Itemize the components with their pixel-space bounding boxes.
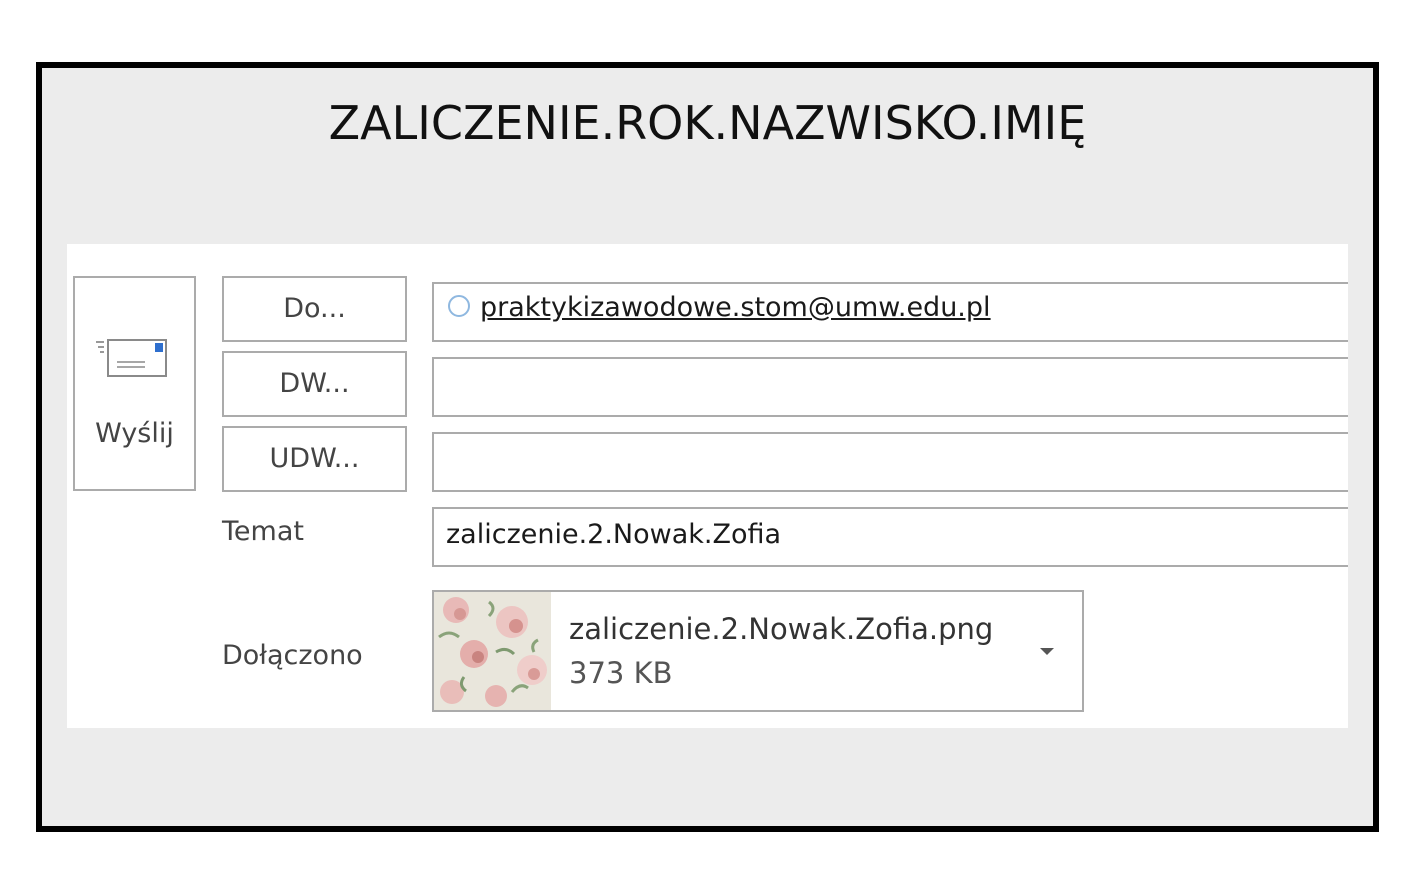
send-envelope-icon [96, 339, 167, 377]
subject-field[interactable]: zaliczenie.2.Nowak.Zofia [432, 507, 1348, 567]
to-button[interactable]: Do... [222, 276, 407, 342]
send-button[interactable]: Wyślij [73, 276, 196, 491]
attachment-item[interactable]: zaliczenie.2.Nowak.Zofia.png 373 KB [432, 590, 1084, 712]
attachment-size: 373 KB [569, 656, 673, 690]
instruction-frame: ZALICZENIE.ROK.NAZWISKO.IMIĘ Wyślij Do..… [36, 62, 1379, 832]
page-title: ZALICZENIE.ROK.NAZWISKO.IMIĘ [328, 96, 1087, 150]
floral-image-thumbnail [434, 592, 551, 710]
recipient-status-icon [448, 295, 470, 317]
attached-label: Dołączono [222, 640, 363, 671]
recipient-address: praktykizawodowe.stom@umw.edu.pl [480, 292, 991, 323]
compose-header-panel: Wyślij Do... DW... UDW... praktykizawodo… [67, 244, 1348, 728]
cc-field[interactable] [432, 357, 1348, 417]
to-field[interactable]: praktykizawodowe.stom@umw.edu.pl [432, 282, 1348, 342]
bcc-field[interactable] [432, 432, 1348, 492]
attachment-filename: zaliczenie.2.Nowak.Zofia.png [569, 612, 994, 646]
recipient-chip[interactable]: praktykizawodowe.stom@umw.edu.pl [448, 292, 991, 323]
chevron-down-icon[interactable] [1040, 648, 1054, 655]
subject-value: zaliczenie.2.Nowak.Zofia [446, 519, 782, 550]
subject-label: Temat [222, 516, 304, 547]
bcc-button[interactable]: UDW... [222, 426, 407, 492]
cc-button[interactable]: DW... [222, 351, 407, 417]
send-button-label: Wyślij [95, 418, 174, 449]
